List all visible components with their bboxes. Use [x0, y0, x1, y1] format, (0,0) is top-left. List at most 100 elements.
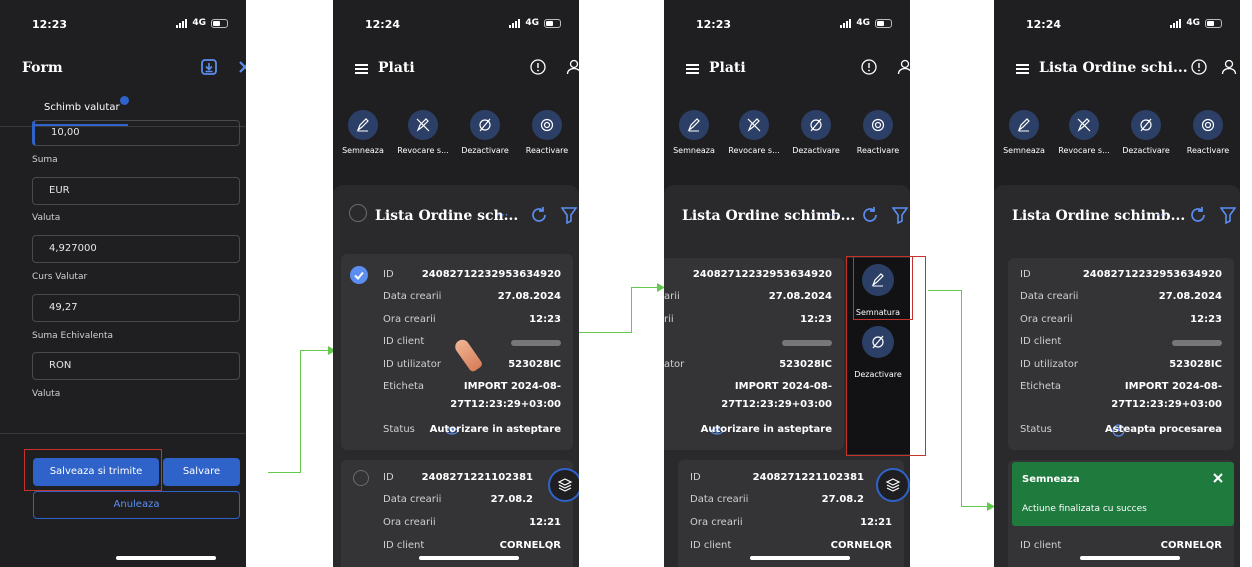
- equivalent-currency-field[interactable]: RON: [32, 352, 240, 380]
- network-label: 4G: [525, 18, 539, 28]
- card-row: ID client CORNELQR: [1008, 540, 1234, 556]
- shield-icon[interactable]: [1190, 58, 1208, 76]
- status-badge: Autorizare in asteptare: [700, 424, 832, 435]
- status-badge: Asteapta procesarea: [1104, 424, 1222, 435]
- field-label: Curs Valutar: [32, 272, 88, 282]
- filter-icon[interactable]: [1220, 206, 1236, 224]
- user-icon[interactable]: [896, 58, 910, 76]
- amount-field[interactable]: 10,00: [32, 120, 240, 146]
- exchange-rate-field[interactable]: 4,927000: [32, 235, 240, 263]
- row-label: ID client: [383, 540, 425, 551]
- row-label: rii: [664, 314, 674, 325]
- field-value: 49,27: [49, 302, 78, 313]
- card-row: Autorizare in asteptare: [664, 424, 844, 440]
- row-label: arii: [664, 291, 680, 302]
- action-label: Semneaza: [673, 146, 715, 155]
- revoke-action[interactable]: Revocare s...: [395, 110, 451, 155]
- sign-action[interactable]: Semneaza: [666, 110, 722, 155]
- more-icon[interactable]: ···: [828, 208, 839, 222]
- row-value-continued: 27T12:23:29+03:00: [450, 399, 561, 410]
- row-value: 12:23: [1190, 314, 1222, 325]
- close-icon[interactable]: [236, 58, 246, 76]
- home-indicator: [419, 556, 519, 560]
- currency-field[interactable]: EUR: [32, 177, 240, 205]
- flow-arrow: [631, 287, 632, 333]
- row-value: 2408271221102381: [421, 472, 533, 483]
- card-row: ID client: [1008, 336, 1234, 352]
- revoke-action[interactable]: Revocare s...: [1056, 110, 1112, 155]
- menu-icon[interactable]: [355, 64, 368, 74]
- card-row: Status Asteapta procesarea: [1008, 424, 1234, 440]
- close-icon[interactable]: [1212, 472, 1224, 484]
- order-card-swiped[interactable]: 24082712232953634920 arii 27.08.2024 rii 1…: [664, 258, 844, 450]
- row-label: Data crearii: [1020, 291, 1079, 302]
- shield-icon[interactable]: [529, 58, 547, 76]
- action-label: Dezactivare: [792, 146, 840, 155]
- action-label: Semneaza: [1003, 146, 1045, 155]
- deactivate-action[interactable]: Dezactivare: [1118, 110, 1174, 155]
- battery-icon: [211, 18, 228, 28]
- row-value: 523028IC: [1169, 359, 1222, 370]
- sign-action[interactable]: Semneaza: [996, 110, 1052, 155]
- reactivate-action[interactable]: Reactivare: [850, 110, 906, 155]
- card-row: rii 12:23: [664, 314, 844, 330]
- status-badge: Autorizare in asteptare: [429, 424, 561, 435]
- menu-icon[interactable]: [686, 64, 699, 74]
- action-bar: Semneaza Revocare s... Dezactivare React…: [333, 110, 579, 170]
- status-bar: 12:23 4G: [0, 18, 246, 32]
- row-value: IMPORT 2024-08-: [463, 381, 561, 392]
- highlight-box: [846, 256, 926, 456]
- card-row: Data crearii 27.08.2: [678, 494, 904, 510]
- flow-arrow: [928, 290, 962, 291]
- refresh-icon[interactable]: [1189, 206, 1207, 224]
- refresh-icon[interactable]: [861, 206, 879, 224]
- refresh-icon[interactable]: [530, 206, 548, 224]
- pen-icon: [1017, 118, 1030, 132]
- more-icon[interactable]: ···: [1156, 208, 1167, 222]
- row-label: Data crearii: [383, 494, 442, 505]
- row-value: 12:23: [800, 314, 832, 325]
- user-icon[interactable]: [565, 58, 579, 76]
- filter-icon[interactable]: [892, 206, 908, 224]
- field-label: Suma Echivalenta: [32, 331, 114, 341]
- card-row: Ora crearii 12:21: [678, 517, 904, 533]
- row-value: 24082712232953634920: [421, 269, 561, 280]
- save-button[interactable]: Salvare: [163, 458, 240, 486]
- field-value: EUR: [49, 185, 70, 196]
- order-card[interactable]: ID 24082712232953634920 Data crearii 27.08…: [1008, 258, 1234, 450]
- layers-icon: [557, 478, 573, 492]
- deactivate-action[interactable]: Dezactivare: [457, 110, 513, 155]
- download-icon[interactable]: [200, 58, 218, 76]
- layers-button[interactable]: [876, 468, 910, 502]
- menu-icon[interactable]: [1016, 64, 1029, 74]
- row-label: Ora crearii: [690, 517, 743, 528]
- filter-icon[interactable]: [561, 206, 577, 224]
- cancel-button[interactable]: Anuleaza: [33, 491, 240, 519]
- reactivate-action[interactable]: Reactivare: [519, 110, 575, 155]
- revoke-action[interactable]: Revocare s...: [726, 110, 782, 155]
- order-card[interactable]: ID 2408271221102381 Data crearii 27.08.2 O…: [678, 460, 904, 567]
- deactivate-action[interactable]: Dezactivare: [788, 110, 844, 155]
- sign-action[interactable]: Semneaza: [335, 110, 391, 155]
- order-card[interactable]: ID 2408271221102381 Data crearii 27.08.2 O…: [341, 460, 573, 567]
- revoke-icon: [416, 118, 430, 132]
- revoke-icon: [1077, 118, 1091, 132]
- shield-icon[interactable]: [860, 58, 878, 76]
- success-toast: Semneaza Actiune finalizata cu succes: [1012, 462, 1234, 526]
- card-row: IMPORT 2024-08- 27T12:23:29+03:00: [664, 381, 844, 417]
- card-row: ID 24082712232953634920: [341, 269, 573, 285]
- equivalent-amount-field[interactable]: 49,27: [32, 294, 240, 322]
- reactivate-icon: [871, 118, 885, 132]
- card-row: 24082712232953634920: [664, 269, 844, 285]
- row-label: ator: [664, 359, 685, 370]
- row-value: 27.08.2024: [1158, 291, 1222, 302]
- reactivate-action[interactable]: Reactivare: [1180, 110, 1236, 155]
- signal-icon: [509, 18, 521, 28]
- more-icon[interactable]: ···: [497, 208, 508, 222]
- row-value: 523028IC: [508, 359, 561, 370]
- layers-button[interactable]: [548, 468, 579, 502]
- select-all-checkbox[interactable]: [349, 204, 367, 222]
- card-row: Ora crearii 12:23: [1008, 314, 1234, 330]
- flow-arrow: [631, 287, 659, 288]
- user-icon[interactable]: [1220, 58, 1238, 76]
